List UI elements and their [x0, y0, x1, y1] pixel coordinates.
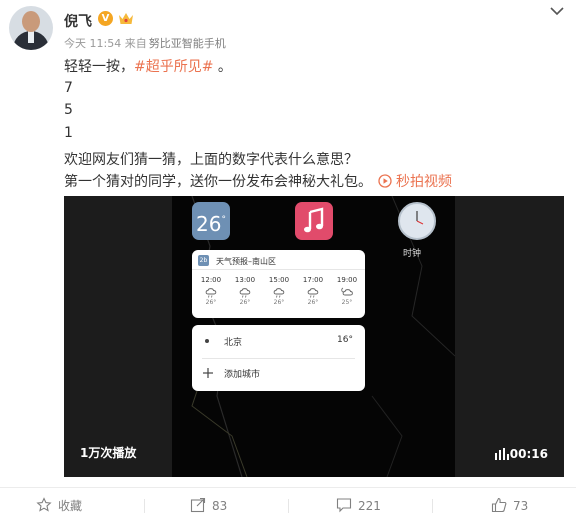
share-icon	[190, 497, 206, 513]
city-temp: 16°	[337, 335, 353, 345]
city-row: 北京 16°	[192, 325, 365, 357]
comment-count: 221	[358, 499, 381, 513]
chevron-down-icon[interactable]	[550, 6, 564, 16]
clock-app-icon	[398, 202, 436, 240]
volume-bars-icon[interactable]	[495, 448, 509, 460]
forecast-card: 2b 天气预报–南山区 12:00 26° 13:00 26° 15:00 26° 17:0…	[192, 250, 365, 318]
post-text-line-6: 第一个猜对的同学，送你一份发布会神秘大礼包。 秒拍视频	[64, 171, 452, 191]
crown-icon	[119, 13, 133, 24]
music-app-icon	[295, 202, 333, 240]
post-text-line-3: 5	[64, 102, 73, 118]
video-link-icon[interactable]	[378, 174, 392, 188]
forecast-temp: 26°	[307, 299, 319, 306]
clock-app-label: 时钟	[403, 249, 422, 259]
forecast-temp: 26°	[239, 299, 251, 306]
weather-app-temp: 26	[196, 212, 222, 236]
post-meta: 今天 11:54 来自 努比亚智能手机	[64, 35, 226, 51]
weather-app-icon: 26°	[192, 202, 230, 240]
share-count: 83	[212, 499, 228, 513]
view-count: 1万次播放	[80, 446, 137, 460]
phone-screen: 26° 时钟 2b 天气预报–南山区 12:00 26° 13:00 26° 15:00…	[172, 196, 455, 477]
favorite-label: 收藏	[58, 499, 83, 513]
cloudy-night-icon	[341, 287, 353, 296]
clock-icon	[416, 211, 424, 225]
post-text-line-5: 欢迎网友们猜一猜，上面的数字代表什么意思？	[64, 152, 358, 168]
forecast-slot: 15:00 26°	[263, 276, 295, 306]
forecast-slot: 17:00 26°	[297, 276, 329, 306]
music-note-icon	[304, 207, 324, 233]
verified-icon: V	[98, 11, 113, 26]
city-name: 北京	[224, 338, 243, 348]
hashtag-link[interactable]: #超乎所见#	[134, 59, 213, 75]
share-button[interactable]: 83	[190, 497, 227, 515]
thumbs-up-icon	[491, 497, 507, 513]
like-count: 73	[513, 499, 529, 513]
post-time[interactable]: 今天 11:54	[64, 37, 121, 50]
text-segment: 轻轻一按，	[64, 59, 134, 75]
forecast-slot: 19:00 25°	[331, 276, 363, 306]
favorite-button[interactable]: 收藏	[36, 497, 82, 515]
cloud-rain-icon	[273, 288, 285, 298]
plus-icon	[203, 368, 213, 378]
star-icon	[36, 497, 52, 512]
comment-button[interactable]: 221	[336, 497, 381, 515]
forecast-time: 17:00	[302, 276, 324, 284]
bullet-icon	[205, 339, 209, 343]
cloud-rain-icon	[205, 288, 217, 298]
video-link[interactable]: 秒拍视频	[396, 174, 452, 190]
text-segment: 第一个猜对的同学，送你一份发布会神秘大礼包。	[64, 174, 372, 190]
source-prefix: 来自	[124, 37, 147, 50]
add-city-label: 添加城市	[224, 370, 261, 380]
comment-icon	[336, 498, 352, 513]
weather-app-deg: °	[221, 215, 226, 225]
footer-divider	[0, 487, 576, 488]
forecast-time: 19:00	[336, 276, 358, 284]
post-text-line-2: 7	[64, 80, 73, 96]
text-segment: 。	[213, 59, 232, 75]
forecast-time: 13:00	[234, 276, 256, 284]
cloud-rain-icon	[307, 288, 319, 298]
post-text-line-4: 1	[64, 125, 73, 141]
forecast-temp: 26°	[273, 299, 285, 306]
video-player[interactable]: 26° 时钟 2b 天气预报–南山区 12:00 26° 13:00 26° 15:00…	[64, 196, 564, 477]
forecast-temp: 26°	[205, 299, 217, 306]
video-duration: 00:16	[509, 447, 548, 461]
forecast-slot: 13:00 26°	[229, 276, 261, 306]
forecast-slot: 12:00 26°	[195, 276, 227, 306]
forecast-badge-icon: 2b	[198, 255, 209, 266]
city-card: 北京 16° 添加城市	[192, 325, 365, 391]
post-text-line-1: 轻轻一按，#超乎所见# 。	[64, 56, 232, 76]
post-source[interactable]: 努比亚智能手机	[149, 37, 226, 50]
forecast-time: 12:00	[200, 276, 222, 284]
forecast-title: 天气预报–南山区	[216, 257, 276, 266]
username[interactable]: 倪飞	[64, 11, 92, 31]
like-button[interactable]: 73	[491, 497, 528, 515]
forecast-time: 15:00	[268, 276, 290, 284]
cloud-rain-icon	[239, 288, 251, 298]
avatar[interactable]	[9, 6, 53, 50]
forecast-temp: 25°	[341, 299, 353, 306]
